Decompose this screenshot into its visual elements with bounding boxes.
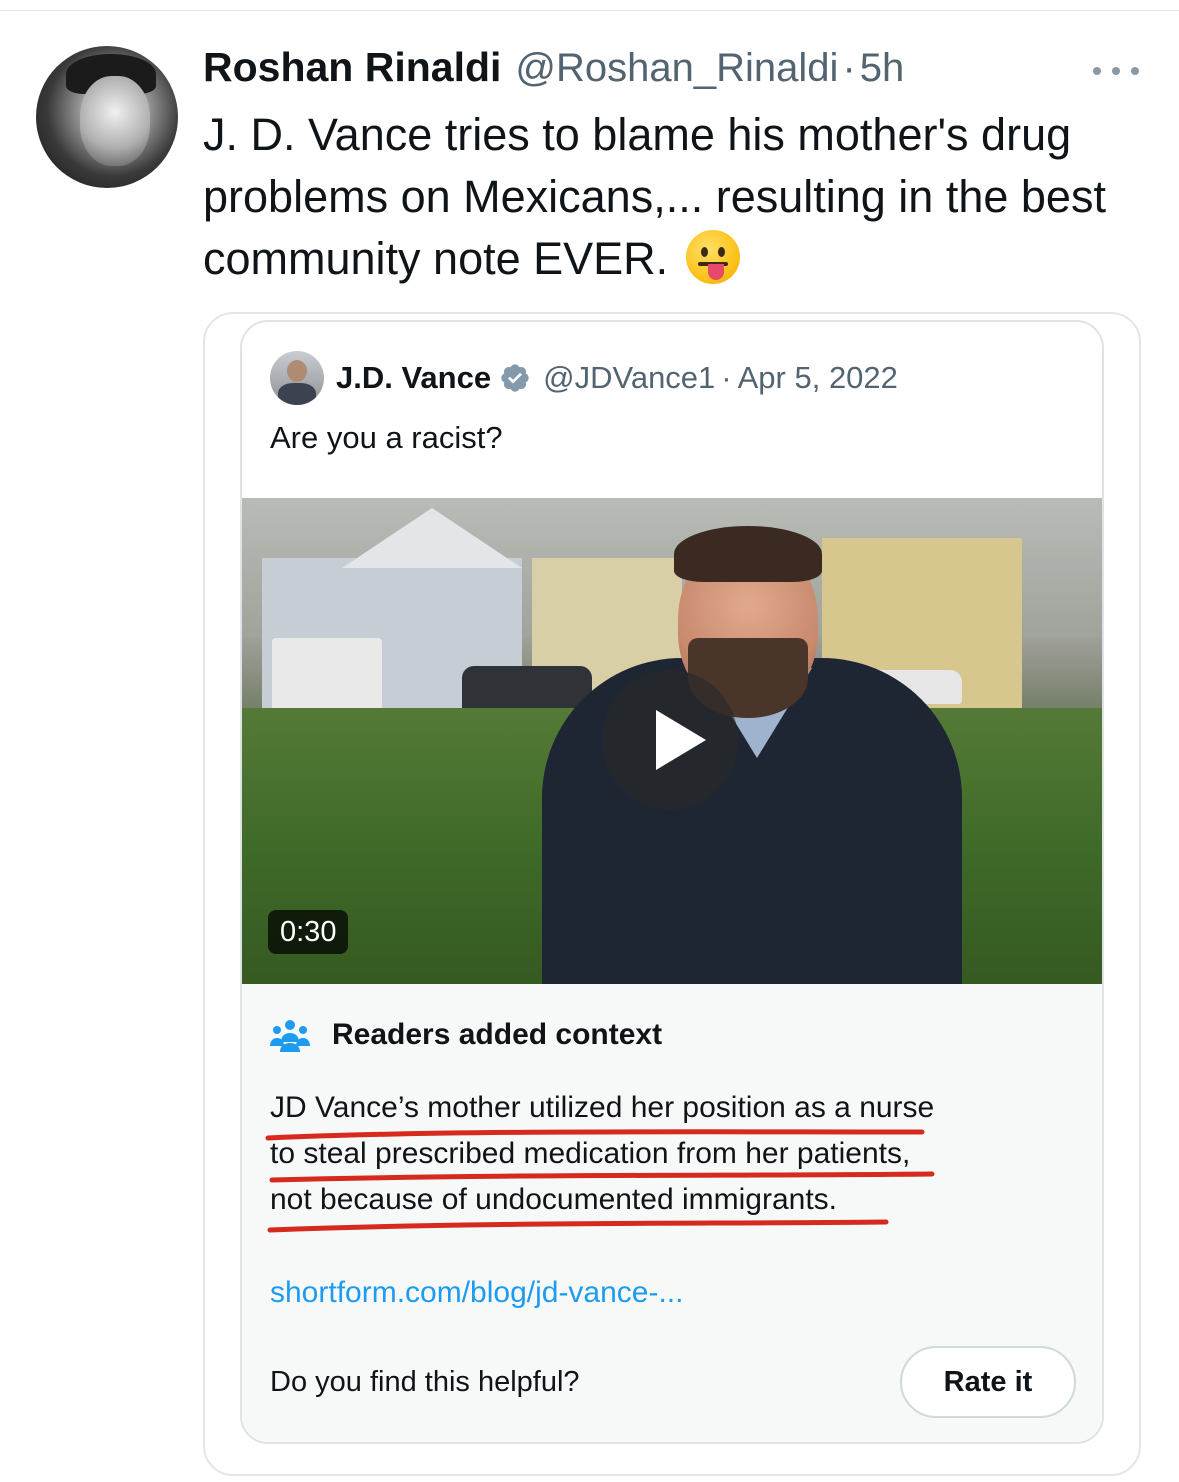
play-icon <box>656 710 706 770</box>
red-underline <box>267 1219 889 1233</box>
community-note-header: Readers added context <box>270 1018 662 1052</box>
quoted-post-header: J.D. Vance @JDVance1 · Apr 5, 2022 <box>270 350 898 406</box>
post-text-body: J. D. Vance tries to blame his mother's … <box>203 109 1106 284</box>
rate-it-button[interactable]: Rate it <box>900 1346 1076 1418</box>
more-dot <box>1131 67 1139 75</box>
face-with-tongue-icon <box>686 230 741 284</box>
note-text-line: to steal prescribed medication from her … <box>270 1137 911 1170</box>
avatar-face <box>80 76 150 166</box>
note-source-link[interactable]: shortform.com/blog/jd-vance-... <box>270 1276 683 1310</box>
post-time[interactable]: 5h <box>860 46 905 91</box>
video-duration: 0:30 <box>268 910 349 954</box>
more-dot <box>1112 67 1120 75</box>
more-dot <box>1093 67 1101 75</box>
quoted-post-text: Are you a racist? <box>270 420 503 455</box>
header-separator: · <box>842 46 856 90</box>
quoted-author-name[interactable]: J.D. Vance <box>336 360 491 396</box>
video-person-hair <box>674 526 822 582</box>
helpful-question: Do you find this helpful? <box>270 1366 580 1398</box>
video-player[interactable]: 0:30 <box>242 498 1102 984</box>
quoted-author-avatar[interactable] <box>270 351 324 405</box>
community-note: Readers added context JD Vance’s mother … <box>242 984 1102 1442</box>
verified-badge-icon <box>501 364 529 392</box>
note-text-line: JD Vance’s mother utilized her position … <box>270 1091 935 1124</box>
more-options-icon[interactable] <box>1093 66 1139 76</box>
quoted-author-handle[interactable]: @JDVance1 <box>543 360 715 396</box>
play-button[interactable] <box>602 670 738 810</box>
post-header: Roshan Rinaldi @Roshan_Rinaldi · 5h <box>203 44 904 92</box>
top-divider <box>0 10 1179 11</box>
quoted-header-separator: · <box>721 360 732 395</box>
quoted-post-card[interactable]: J.D. Vance @JDVance1 · Apr 5, 2022 Are y… <box>240 320 1104 1444</box>
note-text-line: not because of undocumented immigrants. <box>270 1183 837 1216</box>
post-text: J. D. Vance tries to blame his mother's … <box>203 104 1153 290</box>
video-truck <box>272 638 382 713</box>
author-handle[interactable]: @Roshan_Rinaldi <box>515 46 838 91</box>
video-roof <box>342 508 522 568</box>
people-icon <box>270 1020 310 1052</box>
author-name[interactable]: Roshan Rinaldi <box>203 44 501 91</box>
author-avatar[interactable] <box>36 46 178 188</box>
community-note-title: Readers added context <box>332 1018 663 1051</box>
quoted-post-date[interactable]: Apr 5, 2022 <box>738 360 898 396</box>
